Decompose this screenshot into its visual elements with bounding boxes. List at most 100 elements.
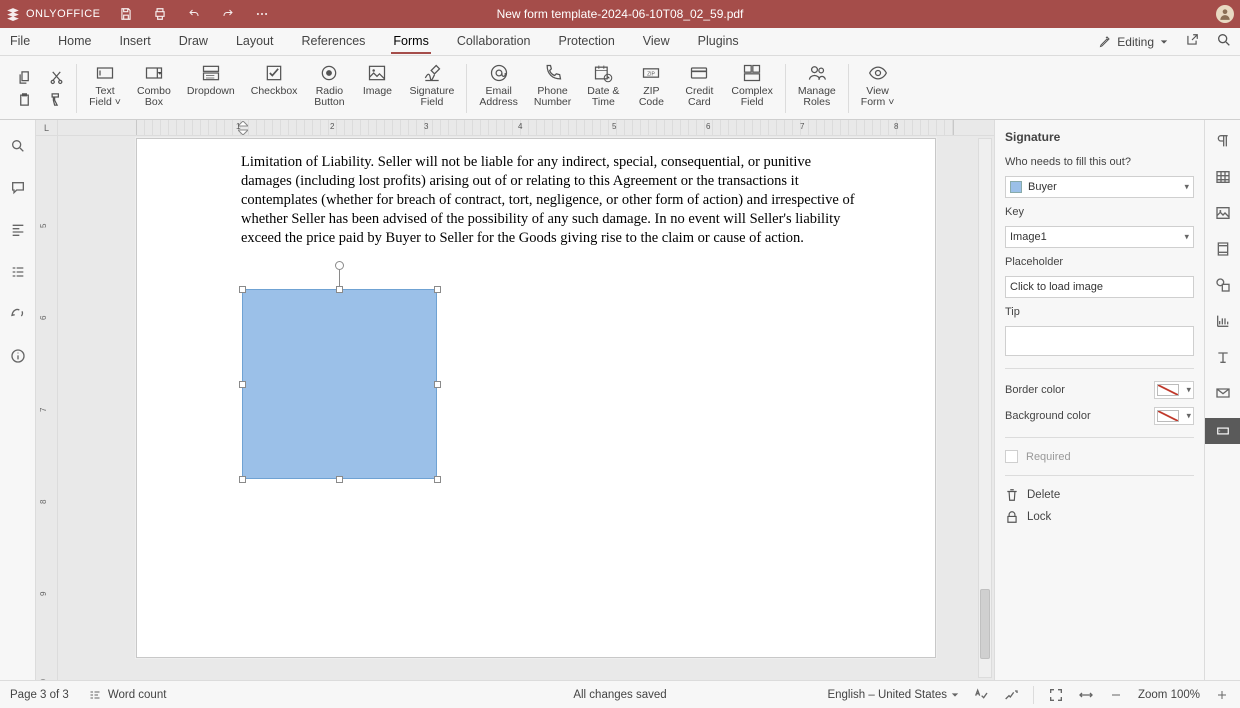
background-color-picker[interactable]: ▾ xyxy=(1154,407,1194,425)
hruler-number: 7 xyxy=(800,122,804,131)
user-avatar[interactable] xyxy=(1216,5,1234,23)
date-time-button[interactable]: Date & Time xyxy=(579,58,627,108)
menu-insert[interactable]: Insert xyxy=(118,30,153,54)
view-form-button[interactable]: View Form ˅ xyxy=(853,58,903,108)
language-selector[interactable]: English – United States xyxy=(827,689,959,701)
no-color-icon xyxy=(1157,384,1179,396)
headings-icon[interactable] xyxy=(8,220,28,240)
background-color-label: Background color xyxy=(1005,410,1091,422)
credit-card-button[interactable]: Credit Card xyxy=(675,58,723,108)
fit-width-icon[interactable] xyxy=(1078,687,1094,703)
editing-mode-label: Editing xyxy=(1117,35,1154,49)
table-settings-icon[interactable] xyxy=(1212,166,1234,188)
resize-handle-nw[interactable] xyxy=(239,286,246,293)
key-dropdown[interactable]: Image1 ▾ xyxy=(1005,226,1194,248)
signature-field-selected[interactable] xyxy=(242,289,437,479)
form-settings-icon[interactable] xyxy=(1205,418,1240,444)
vertical-scrollbar[interactable] xyxy=(978,138,992,678)
menu-home[interactable]: Home xyxy=(56,30,93,54)
menu-file[interactable]: File xyxy=(8,30,32,54)
resize-handle-ne[interactable] xyxy=(434,286,441,293)
manage-roles-button[interactable]: Manage Roles xyxy=(790,58,844,108)
menu-forms[interactable]: Forms xyxy=(391,30,430,54)
combo-box-button[interactable]: Combo Box xyxy=(129,58,179,108)
paste-icon[interactable] xyxy=(14,91,34,109)
signature-field-label: Signature Field xyxy=(409,86,454,108)
required-checkbox[interactable] xyxy=(1005,450,1018,463)
credit-card-label: Credit Card xyxy=(685,86,713,108)
image-settings-icon[interactable] xyxy=(1212,202,1234,224)
cut-icon[interactable] xyxy=(46,69,66,87)
signature-field-button[interactable]: Signature Field xyxy=(401,58,462,108)
text-art-icon[interactable] xyxy=(1212,346,1234,368)
placeholder-input[interactable]: Click to load image xyxy=(1005,276,1194,298)
paragraph-settings-icon[interactable] xyxy=(1212,130,1234,152)
zip-code-button[interactable]: ZIPZIP Code xyxy=(627,58,675,108)
resize-handle-n[interactable] xyxy=(336,286,343,293)
dropdown-button[interactable]: Dropdown xyxy=(179,58,243,97)
format-painter-icon[interactable] xyxy=(46,91,66,109)
page-indicator[interactable]: Page 3 of 3 xyxy=(10,689,69,701)
navigation-icon[interactable] xyxy=(8,262,28,282)
image-button[interactable]: Image xyxy=(353,58,401,97)
zoom-label[interactable]: Zoom 100% xyxy=(1138,689,1200,701)
hruler-number: 8 xyxy=(894,122,898,131)
redo-icon[interactable] xyxy=(220,6,236,22)
lock-button[interactable]: Lock xyxy=(1005,510,1194,524)
shape-settings-icon[interactable] xyxy=(1212,274,1234,296)
feedback-icon[interactable] xyxy=(8,304,28,324)
phone-number-button[interactable]: Phone Number xyxy=(526,58,579,108)
resize-handle-s[interactable] xyxy=(336,476,343,483)
mail-merge-icon[interactable] xyxy=(1212,382,1234,404)
required-checkbox-row[interactable]: Required xyxy=(1005,450,1194,463)
resize-handle-w[interactable] xyxy=(239,381,246,388)
key-value: Image1 xyxy=(1010,231,1047,243)
required-label: Required xyxy=(1026,451,1071,463)
menu-draw[interactable]: Draw xyxy=(177,30,210,54)
border-color-picker[interactable]: ▾ xyxy=(1154,381,1194,399)
complex-field-button[interactable]: Complex Field xyxy=(723,58,780,108)
manage-roles-label: Manage Roles xyxy=(798,86,836,108)
save-icon[interactable] xyxy=(118,6,134,22)
comments-icon[interactable] xyxy=(8,178,28,198)
menu-protection[interactable]: Protection xyxy=(557,30,617,54)
scrollbar-thumb[interactable] xyxy=(980,589,990,659)
menu-layout[interactable]: Layout xyxy=(234,30,276,54)
delete-button[interactable]: Delete xyxy=(1005,488,1194,502)
tip-input[interactable] xyxy=(1005,326,1194,356)
ruler-corner: L xyxy=(36,120,57,136)
radio-button-button[interactable]: Radio Button xyxy=(305,58,353,108)
copy-icon[interactable] xyxy=(14,69,34,87)
resize-handle-e[interactable] xyxy=(434,381,441,388)
more-icon[interactable] xyxy=(254,6,270,22)
complex-field-icon xyxy=(741,62,763,84)
document-page: Limitation of Liability. Seller will not… xyxy=(136,138,936,658)
about-icon[interactable] xyxy=(8,346,28,366)
header-footer-icon[interactable] xyxy=(1212,238,1234,260)
chart-settings-icon[interactable] xyxy=(1212,310,1234,332)
editing-mode-dropdown[interactable]: Editing xyxy=(1099,35,1168,49)
zoom-out-icon[interactable] xyxy=(1108,687,1124,703)
checkbox-button[interactable]: Checkbox xyxy=(243,58,306,97)
fit-page-icon[interactable] xyxy=(1048,687,1064,703)
who-dropdown[interactable]: Buyer ▾ xyxy=(1005,176,1194,198)
undo-icon[interactable] xyxy=(186,6,202,22)
email-address-button[interactable]: Email Address xyxy=(471,58,526,108)
menu-references[interactable]: References xyxy=(299,30,367,54)
menu-view[interactable]: View xyxy=(641,30,672,54)
open-location-icon[interactable] xyxy=(1184,33,1200,50)
wordcount-label[interactable]: Word count xyxy=(108,689,167,701)
print-icon[interactable] xyxy=(152,6,168,22)
text-field-button[interactable]: Text Field ˅ xyxy=(81,58,129,108)
menu-plugins[interactable]: Plugins xyxy=(696,30,741,54)
find-icon[interactable] xyxy=(8,136,28,156)
tracking-icon[interactable] xyxy=(1003,687,1019,703)
lock-icon xyxy=(1005,510,1019,524)
resize-handle-sw[interactable] xyxy=(239,476,246,483)
spellcheck-icon[interactable] xyxy=(973,687,989,703)
rotation-handle[interactable] xyxy=(335,261,344,270)
menu-collaboration[interactable]: Collaboration xyxy=(455,30,533,54)
resize-handle-se[interactable] xyxy=(434,476,441,483)
search-icon[interactable] xyxy=(1216,32,1232,51)
zoom-in-icon[interactable] xyxy=(1214,687,1230,703)
